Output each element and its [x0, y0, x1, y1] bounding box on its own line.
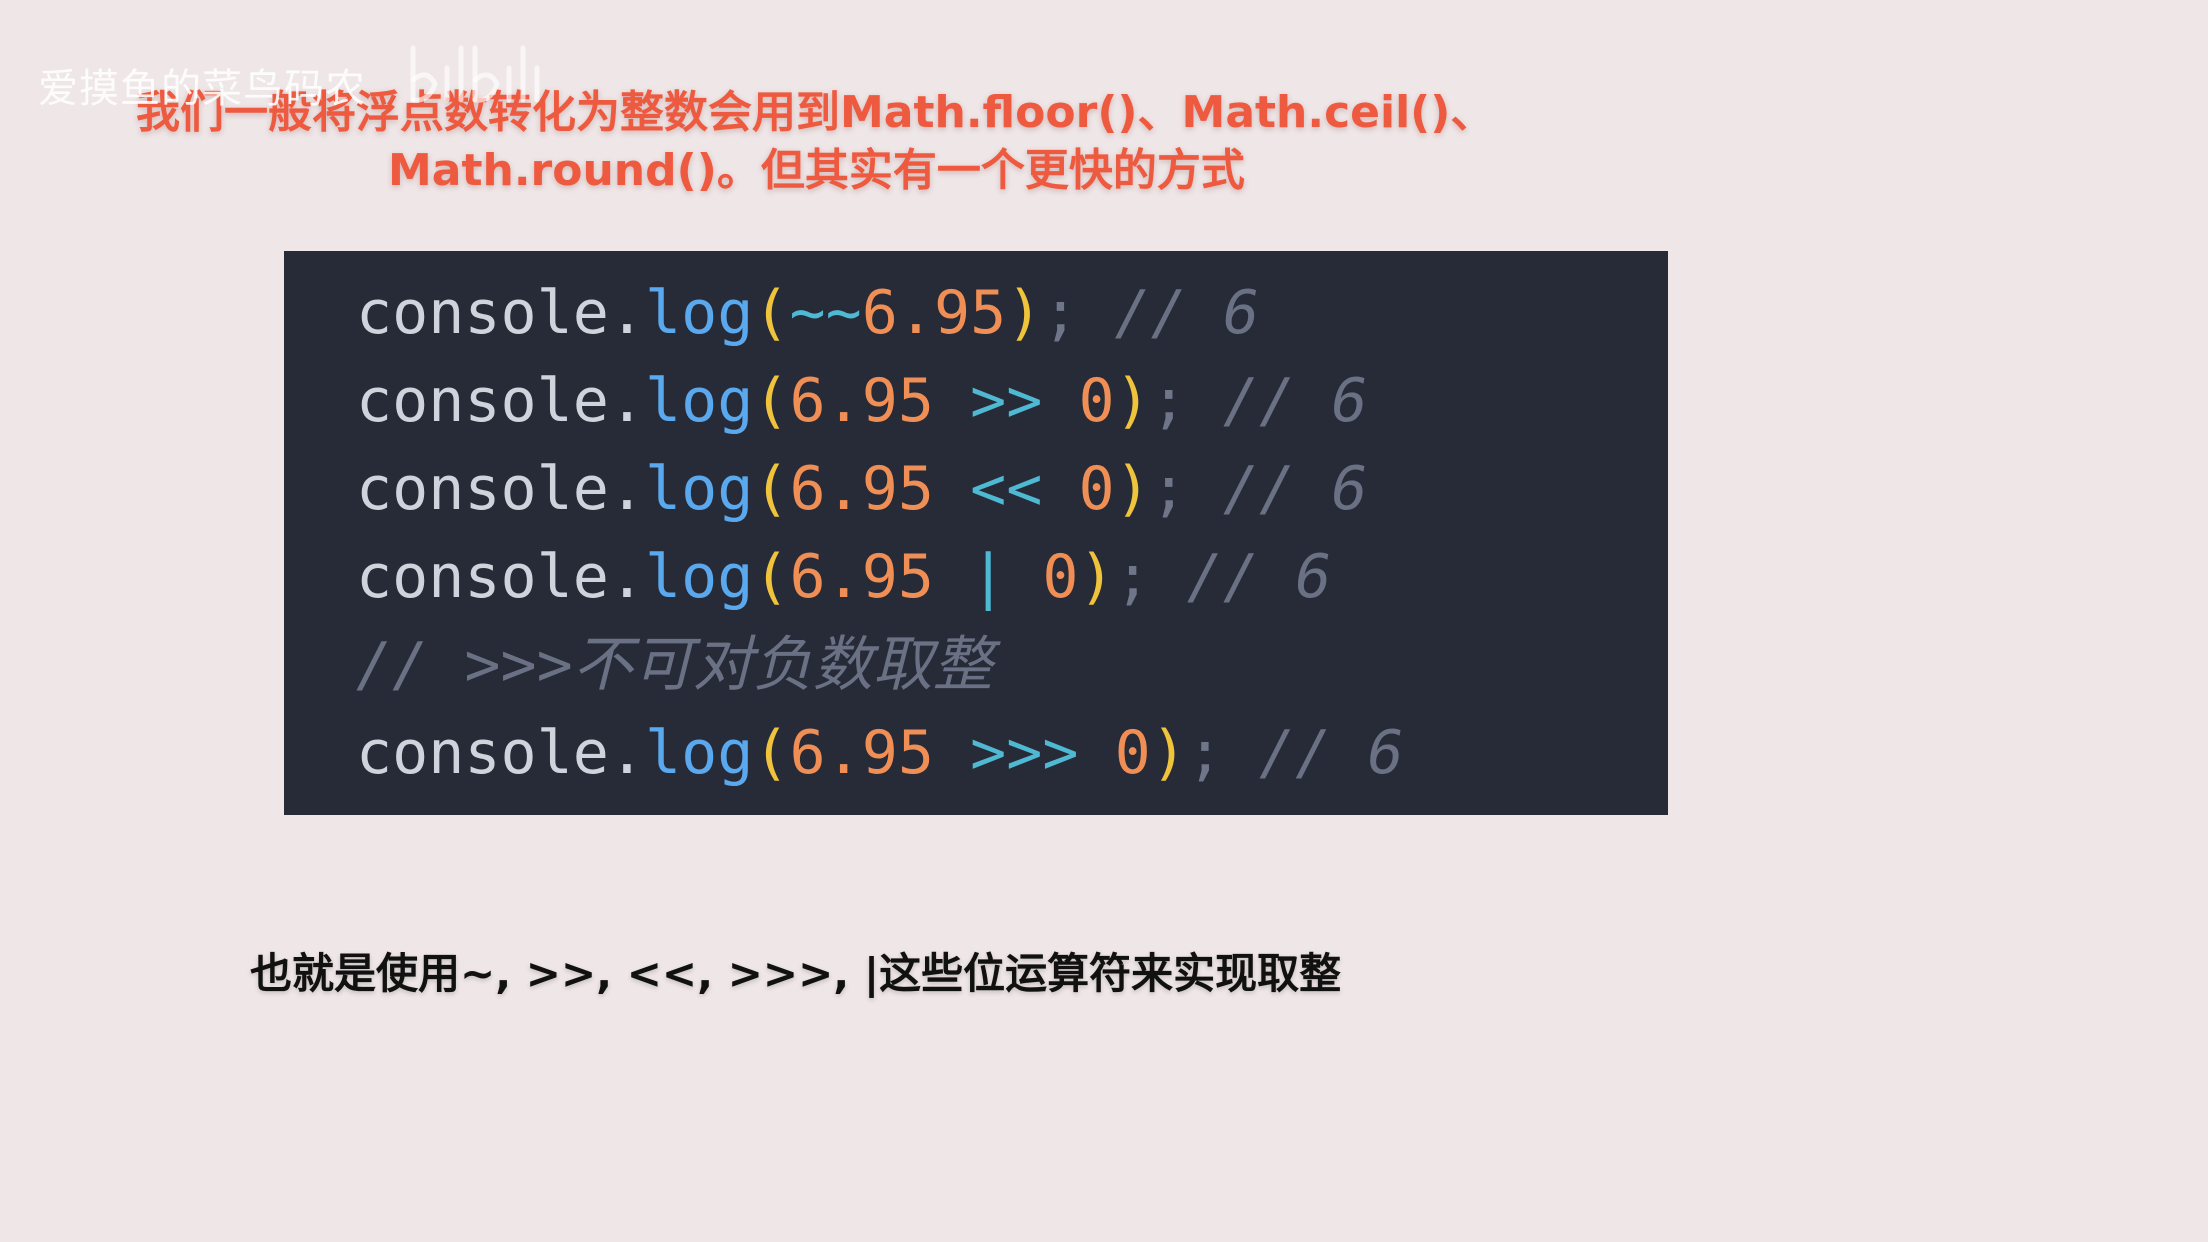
code-block: console.log(~~6.95); // 6 console.log(6.9… — [284, 251, 1668, 815]
code-line: console.log(6.95 >> 0); // 6 — [356, 357, 1668, 445]
code-token-op: ~~ — [789, 278, 862, 348]
code-token-cmt-zh: 不可对负数取整 — [572, 630, 993, 700]
code-line: console.log(6.95 << 0); // 6 — [356, 445, 1668, 533]
code-token-obj: . — [608, 366, 645, 436]
code-token-num: 6.95 — [789, 366, 935, 436]
code-token-num: 0 — [1078, 366, 1115, 436]
code-token-num: 0 — [1114, 718, 1151, 788]
code-line: // >>>不可对负数取整 — [356, 621, 1668, 709]
code-token-paren: ) — [1114, 366, 1151, 436]
code-token-num: 6.95 — [861, 278, 1007, 348]
code-token-paren: ) — [1150, 718, 1187, 788]
code-token-num: 0 — [1042, 542, 1079, 612]
code-token-num: 0 — [1078, 454, 1115, 524]
code-token-op: << — [934, 454, 1079, 524]
code-token-cmt: // >>> — [356, 630, 573, 700]
code-line: console.log(6.95 >>> 0); // 6 — [356, 709, 1668, 797]
code-line: console.log(~~6.95); // 6 — [356, 269, 1668, 357]
code-token-paren: ( — [753, 454, 790, 524]
code-token-num: 6.95 — [789, 454, 935, 524]
code-token-paren: ) — [1006, 278, 1043, 348]
code-token-semi: ; — [1114, 542, 1187, 612]
bilibili-logo-icon — [410, 45, 540, 103]
code-token-obj: . — [608, 542, 645, 612]
code-token-paren: ( — [753, 542, 790, 612]
code-token-fn: log — [645, 542, 754, 612]
code-token-op: >>> — [934, 718, 1115, 788]
code-token-cmt: // 6 — [1114, 278, 1260, 348]
code-token-obj: . — [608, 718, 645, 788]
code-token-fn: log — [645, 278, 754, 348]
code-token-obj: console — [356, 278, 609, 348]
code-token-semi: ; — [1042, 278, 1115, 348]
code-token-semi: ; — [1150, 454, 1223, 524]
code-token-obj: . — [608, 278, 645, 348]
code-token-cmt: // 6 — [1259, 718, 1404, 788]
code-token-obj: console — [356, 542, 609, 612]
code-token-fn: log — [645, 366, 754, 436]
code-token-num: 6.95 — [789, 542, 935, 612]
watermark-text: 爱摸鱼的菜鸟码农 — [38, 66, 366, 112]
code-line: console.log(6.95 | 0); // 6 — [356, 533, 1668, 621]
code-token-paren: ) — [1114, 454, 1151, 524]
code-token-num: 6.95 — [789, 718, 935, 788]
code-token-paren: ( — [753, 718, 790, 788]
code-token-cmt: // 6 — [1223, 454, 1368, 524]
code-token-op: >> — [934, 366, 1079, 436]
code-token-obj: console — [356, 454, 609, 524]
code-token-semi: ; — [1150, 366, 1223, 436]
code-token-fn: log — [645, 718, 754, 788]
code-token-obj: console — [356, 718, 609, 788]
code-token-fn: log — [645, 454, 754, 524]
code-token-cmt: // 6 — [1186, 542, 1332, 612]
code-token-obj: console — [356, 366, 609, 436]
code-token-obj: . — [608, 454, 645, 524]
summary-text: 也就是使用~, >>, <<, >>>, |这些位运算符来实现取整 — [250, 949, 1342, 998]
code-token-semi: ; — [1186, 718, 1260, 788]
code-token-cmt: // 6 — [1223, 366, 1368, 436]
code-token-paren: ( — [753, 278, 790, 348]
title-line-2: Math.round()。但其实有一个更快的方式 — [388, 145, 1245, 196]
code-token-op: | — [934, 542, 1043, 612]
code-token-paren: ) — [1078, 542, 1115, 612]
code-token-paren: ( — [753, 366, 790, 436]
